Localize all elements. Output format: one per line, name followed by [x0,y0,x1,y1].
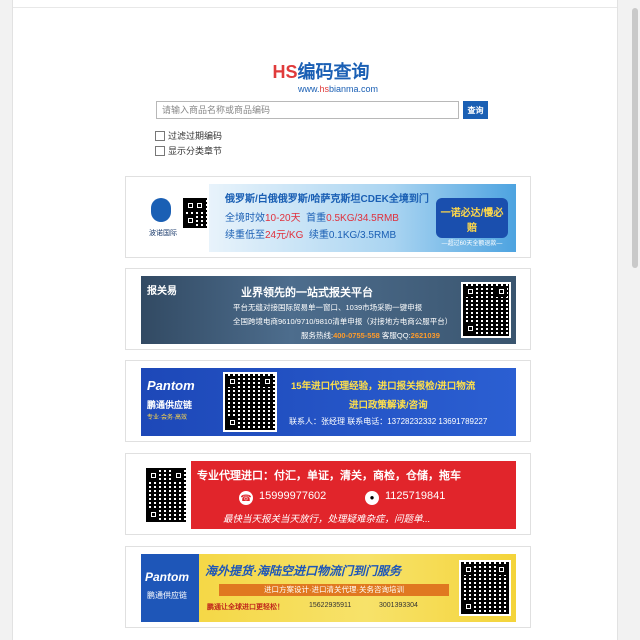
ad5-line3: 鹏通让全球进口更轻松！ [207,604,284,611]
qr-code-icon [181,196,209,230]
ad5-line2: 进口方案设计·进口清关代理·关务咨询培训 [219,584,449,596]
phone-icon: ☎ [239,491,253,505]
site-logo[interactable]: HS编码查询 [261,58,381,84]
ad3-contact: 联系人：张经理 联系电话：13728232332 13691789227 [289,417,488,426]
ad4-phone: 15999977602 [259,490,327,502]
ad-card-5[interactable]: Pantom 鹏通供应链 海外提货·海陆空进口物流门到门服务 进口方案设计·进口… [125,546,531,628]
ad5-logo-cn: 鹏通供应链 [147,591,187,600]
url-suffix: bianma.com [329,84,379,94]
ad1-promo-badge: 一诺必达/慢必赔 —超过60天全额退款— [436,198,508,247]
qr-code-icon [461,282,511,338]
qr-code-icon [459,560,511,616]
ad-card-2[interactable]: 报关易 业界领先的一站式报关平台 平台无缝对接国际贸易单一窗口、1039市场采购… [125,268,531,350]
ad-banner-3[interactable]: Pantom 鹏通供应链 专业·会务·高效 15年进口代理经验，进口报关报检/进… [141,368,516,436]
ad2-line2: 全国跨境电商9610/9710/9810清单申报（对接地方电商公服平台） [233,317,453,326]
filter-expired-label: 过滤过期编码 [168,131,223,141]
ad1-line3: 续重低至24元/KG 续重0.1KG/3.5RMB [225,230,397,241]
ad5-line1: 海外提货·海陆空进口物流门到门服务 [205,564,401,578]
ad1-title: 俄罗斯/白俄俄罗斯/哈萨克斯坦CDEK全境到门 [225,194,429,205]
ad5-logo: Pantom [145,570,190,584]
qr-code-icon [144,466,188,524]
site-url[interactable]: www.hsbianma.com [273,84,403,94]
show-chapters-option[interactable]: 显示分类章节 [155,144,222,157]
ad4-line1: 专业代理进口：付汇，单证，清关，商检，仓储，拖车 [197,470,461,482]
url-prefix: www. [297,84,320,94]
page-container: HS编码查询 www.hsbianma.com 查询 过滤过期编码 显示分类章节… [12,0,618,640]
ad3-logo-sub: 专业·会务·高效 [147,415,187,421]
ad1-promo-title: 一诺必达/慢必赔 [440,208,504,234]
ad3-logo-cn: 鹏通供应链 [147,400,193,410]
ad5-brand: Pantom 鹏通供应链 [141,554,199,622]
ad2-headline: 业界领先的一站式报关平台 [241,287,373,299]
ad3-line2: 进口政策解读/咨询 [349,400,428,411]
ad1-brand-name: 波诺国际 [149,230,177,237]
ad-card-3[interactable]: Pantom 鹏通供应链 专业·会务·高效 15年进口代理经验，进口报关报检/进… [125,360,531,442]
logo-title: 编码查询 [297,62,370,82]
ad1-line2: 全境时效10-20天 首重0.5KG/34.5RMB [225,213,399,224]
ad1-content: 俄罗斯/白俄俄罗斯/哈萨克斯坦CDEK全境到门 全境时效10-20天 首重0.5… [209,184,516,252]
qr-code-icon [223,372,277,432]
ad-banner-5[interactable]: Pantom 鹏通供应链 海外提货·海陆空进口物流门到门服务 进口方案设计·进口… [141,554,516,622]
show-chapters-checkbox[interactable] [155,145,165,156]
search-button[interactable]: 查询 [463,101,488,119]
ad3-line1: 15年进口代理经验，进口报关报检/进口物流 [291,381,476,392]
ad2-contact: 服务热线:400-0755-558 客服QQ:2621039 [301,331,440,340]
brand-logo-icon [151,198,171,222]
ad4-qr-panel [141,461,191,529]
ad5-contact-phone: 15622935911 [309,602,352,609]
ad1-promo-sub: —超过60天全额退款— [441,241,503,247]
scrollbar[interactable] [630,0,640,640]
ad-banner-4[interactable]: 专业代理进口：付汇，单证，清关，商检，仓储，拖车 ☎ 15999977602 ●… [141,461,516,529]
qq-icon: ● [365,491,379,505]
ad-card-4[interactable]: 专业代理进口：付汇，单证，清关，商检，仓储，拖车 ☎ 15999977602 ●… [125,453,531,535]
filter-expired-checkbox[interactable] [155,130,165,141]
logo-hs: HS [272,62,298,82]
ad4-qq: 1125719841 [385,490,446,502]
show-chapters-label: 显示分类章节 [168,146,223,156]
scrollbar-thumb[interactable] [632,8,638,268]
ad3-logo: Pantom [147,378,195,393]
ad-banner-2[interactable]: 报关易 业界领先的一站式报关平台 平台无缝对接国际贸易单一窗口、1039市场采购… [141,276,516,344]
top-bar [13,0,617,8]
ad5-contact-qq: 3001393304 [379,602,418,609]
search-input[interactable] [156,101,459,119]
ad2-line1: 平台无缝对接国际贸易单一窗口、1039市场采购一键申报 [233,303,423,312]
ad-banner-1[interactable]: 波诺国际 俄罗斯/白俄俄罗斯/哈萨克斯坦CDEK全境到门 全境时效10-20天 … [141,184,516,252]
ad-card-1[interactable]: 波诺国际 俄罗斯/白俄俄罗斯/哈萨克斯坦CDEK全境到门 全境时效10-20天 … [125,176,531,258]
ad2-brand: 报关易 [147,286,177,297]
url-highlight: hs [319,84,329,94]
filter-expired-option[interactable]: 过滤过期编码 [155,129,222,142]
ad4-line3: 最快当天报关当天放行，处理疑难杂症，问题单... [223,514,431,525]
